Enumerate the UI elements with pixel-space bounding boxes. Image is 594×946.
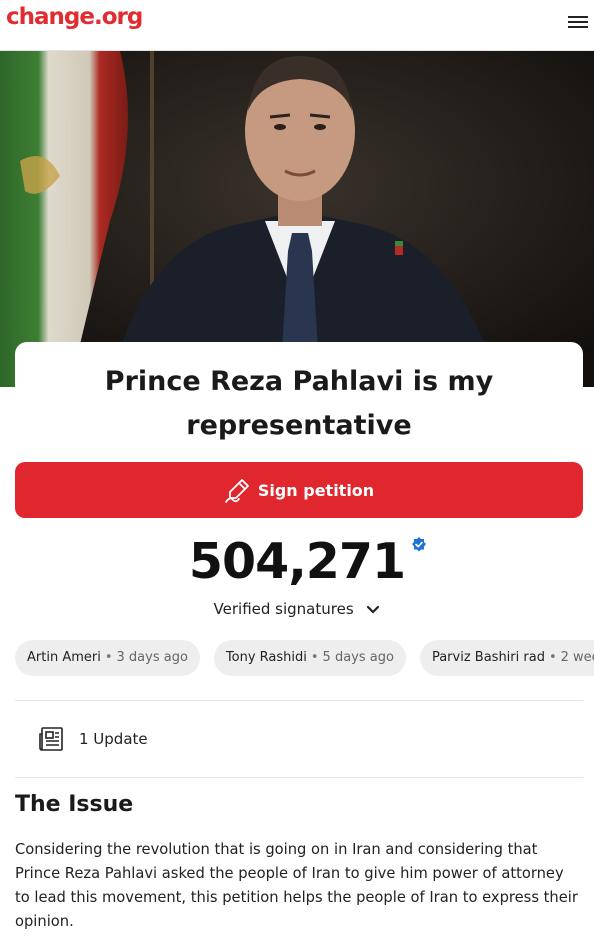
signature-count: 504,271 — [189, 533, 427, 590]
change-org-logo[interactable]: change.org — [6, 4, 143, 30]
verified-signatures-toggle[interactable]: Verified signatures — [0, 600, 594, 618]
section-divider — [15, 777, 583, 778]
petition-hero-image — [0, 51, 594, 387]
issue-description: Considering the revolution that is going… — [15, 841, 578, 930]
separator-dot: • — [548, 650, 557, 665]
signed-time: 3 days ago — [116, 650, 188, 665]
updates-link[interactable]: 1 Update — [38, 722, 148, 756]
separator-dot: • — [310, 650, 319, 665]
updates-count-label: 1 Update — [79, 730, 148, 748]
petition-title: Prince Reza Pahlavi is my representative — [104, 366, 494, 441]
signer-name: Tony Rashidi — [225, 650, 307, 665]
verified-badge-icon — [412, 537, 427, 552]
newspaper-icon — [39, 727, 63, 751]
signer-name: Parviz Bashiri rad — [431, 650, 545, 665]
issue-heading: The Issue — [15, 792, 134, 817]
sign-petition-label: Sign petition — [257, 480, 375, 500]
signature-count-section: 504,271 — [0, 533, 594, 590]
hamburger-menu-icon[interactable] — [568, 14, 588, 32]
chevron-down-icon — [367, 605, 380, 614]
recent-signers-list: Artin Ameri • 3 days ago Tony Rashidi • 5 day… — [15, 640, 594, 676]
sign-petition-button[interactable]: Sign petition — [15, 462, 583, 518]
signed-time: 2 weeks ago — [560, 650, 594, 665]
separator-dot: • — [104, 650, 113, 665]
recent-signer-chip[interactable]: Tony Rashidi • 5 days ago — [213, 640, 406, 676]
recent-signer-chip[interactable]: Artin Ameri • 3 days ago — [15, 640, 200, 676]
recent-signer-chip[interactable]: Parviz Bashiri rad•2 weeks ago — [419, 640, 594, 676]
signed-time: 5 days ago — [322, 650, 394, 665]
section-divider — [15, 700, 583, 701]
signature-pen-icon — [224, 479, 249, 503]
site-header: change.org — [0, 0, 594, 51]
signer-name: Artin Ameri — [27, 650, 101, 665]
verified-signatures-label: Verified signatures — [213, 600, 354, 618]
